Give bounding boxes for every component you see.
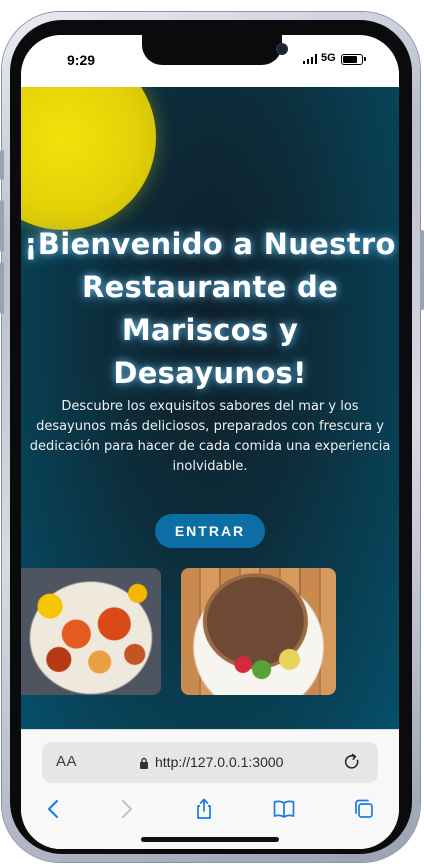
status-time: 9:29 xyxy=(67,52,96,68)
battery-level xyxy=(343,56,357,63)
battery-tip xyxy=(364,57,366,61)
url-text[interactable]: http://127.0.0.1:3000 xyxy=(155,754,283,770)
bookmarks-icon[interactable] xyxy=(273,798,295,820)
hero-title: ¡Bienvenido a Nuestro Restaurante de Mar… xyxy=(24,227,396,390)
network-type: 5G xyxy=(321,52,336,64)
tabs-icon[interactable] xyxy=(353,798,375,820)
camera-icon xyxy=(276,43,288,55)
forward-icon[interactable] xyxy=(115,798,137,820)
phone-screen: 9:29 5G ¡Bienvenido a Nuestro Restaurant… xyxy=(21,35,399,849)
sun-decoration xyxy=(21,87,156,230)
back-icon[interactable] xyxy=(43,798,65,820)
dynamic-island xyxy=(142,35,288,65)
seafood-platter-image xyxy=(21,568,161,695)
fried-fish-image xyxy=(181,568,336,695)
signal-icon xyxy=(303,54,317,64)
side-button-volume-down xyxy=(0,262,4,314)
side-button-volume-up xyxy=(0,200,4,252)
lock-icon xyxy=(140,757,148,769)
side-button-power xyxy=(420,230,424,310)
web-page[interactable]: ¡Bienvenido a Nuestro Restaurante de Mar… xyxy=(21,87,399,729)
text-size-button[interactable]: AA xyxy=(56,753,77,770)
enter-button[interactable]: ENTRAR xyxy=(155,514,265,548)
battery-icon xyxy=(341,54,363,65)
hero-description: Descubre los exquisitos sabores del mar … xyxy=(29,399,391,474)
share-icon[interactable] xyxy=(193,798,215,820)
home-indicator xyxy=(141,837,279,842)
status-bar: 9:29 5G xyxy=(21,35,399,87)
browser-chrome: AA http://127.0.0.1:3000 xyxy=(21,729,399,849)
reload-icon[interactable] xyxy=(342,752,362,772)
side-button-silent xyxy=(0,150,4,180)
address-bar[interactable]: AA http://127.0.0.1:3000 xyxy=(42,742,378,783)
